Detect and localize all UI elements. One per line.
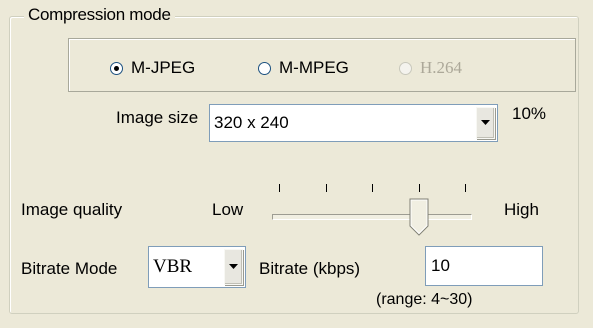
slider-tick (372, 184, 373, 192)
quality-high-label: High (504, 200, 539, 219)
slider-tick (419, 184, 420, 192)
bitrate-mode-select[interactable]: VBR (148, 246, 246, 288)
bitrate-kbps-input[interactable]: 10 (425, 246, 543, 286)
image-quality-label: Image quality (21, 200, 123, 219)
radio-h264-label: H.264 (420, 58, 463, 77)
image-size-value: 320 x 240 (214, 113, 289, 132)
image-size-label: Image size (116, 108, 199, 127)
slider-tick (279, 184, 280, 192)
radio-mmpeg-label: M-MPEG (279, 58, 349, 77)
image-quality-slider-track[interactable] (272, 214, 472, 220)
bitrate-range-hint: (range: 4~30) (376, 291, 473, 308)
radio-mmpeg[interactable]: M-MPEG (258, 58, 349, 78)
bitrate-mode-dropdown-button[interactable] (224, 249, 243, 285)
radio-mmpeg-circle[interactable] (258, 61, 271, 75)
image-size-percent: 10% (512, 104, 547, 123)
bitrate-mode-value: VBR (153, 256, 193, 277)
radio-h264-circle (399, 61, 412, 75)
compression-mode-title: Compression mode (24, 5, 175, 25)
chevron-down-icon (481, 120, 490, 125)
radio-h264: H.264 (399, 58, 462, 78)
image-size-select[interactable]: 320 x 240 (209, 104, 498, 142)
quality-low-label: Low (212, 200, 244, 219)
radio-mjpeg-circle[interactable] (110, 61, 123, 75)
radio-mjpeg[interactable]: M-JPEG (110, 58, 195, 78)
bitrate-mode-label: Bitrate Mode (21, 259, 118, 278)
bitrate-kbps-label: Bitrate (kbps) (259, 259, 361, 278)
radio-mjpeg-label: M-JPEG (131, 58, 196, 77)
image-size-dropdown-button[interactable] (476, 107, 495, 139)
slider-tick (465, 184, 466, 192)
slider-tick (326, 184, 327, 192)
bitrate-kbps-value: 10 (431, 256, 450, 275)
image-quality-slider-thumb[interactable] (409, 198, 429, 236)
chevron-down-icon (229, 264, 238, 269)
